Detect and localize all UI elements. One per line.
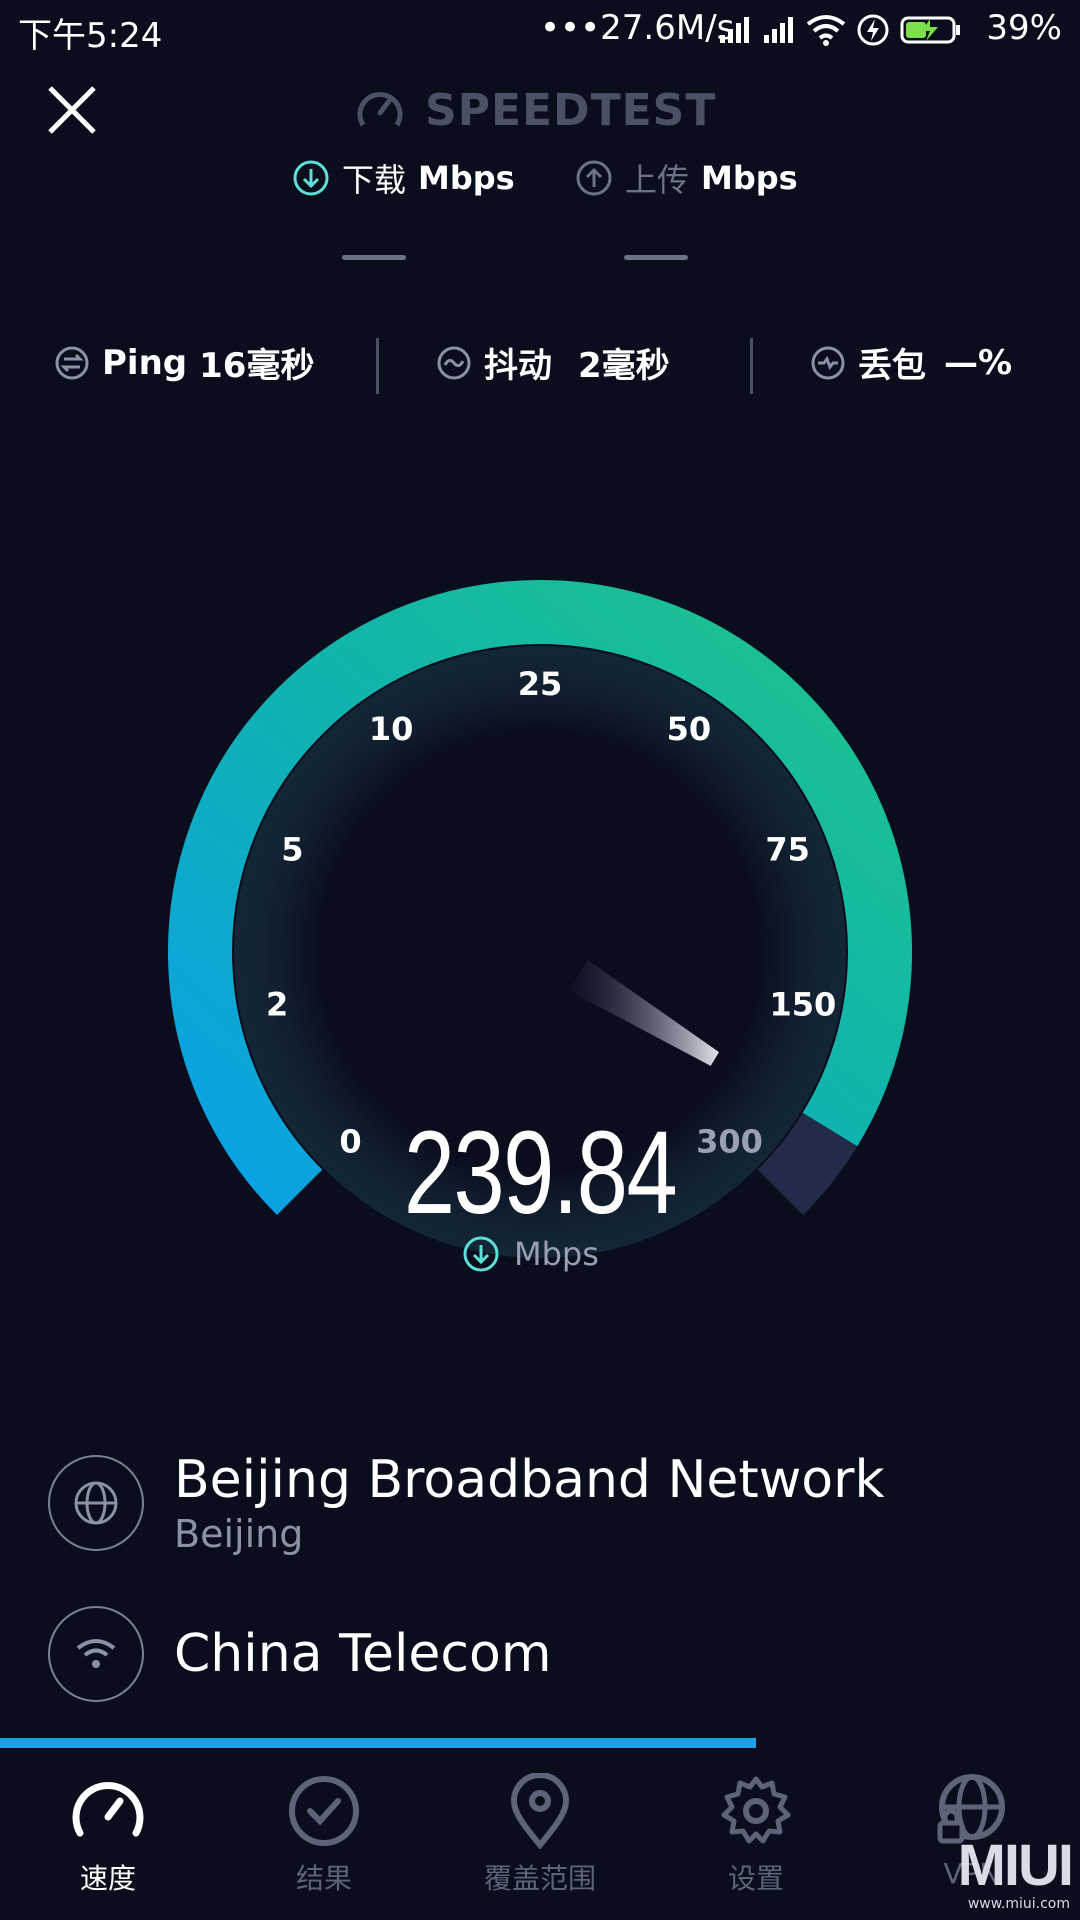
packet-loss-stat: 丢包 —% [810, 338, 1012, 387]
carrier-name: China Telecom [174, 1624, 552, 1684]
download-arrow-icon [463, 1236, 499, 1272]
download-arrow-icon [293, 160, 329, 196]
charging-bolt-icon [857, 14, 889, 46]
signal-icon-2 [764, 17, 793, 43]
check-circle-icon [289, 1776, 359, 1846]
status-battery: 39% [986, 8, 1062, 48]
download-header: 下载 Mbps [292, 155, 515, 201]
current-speed-unit: Mbps [462, 1235, 599, 1273]
status-time: 下午5:24 [18, 16, 163, 56]
jitter-label: 抖动 [484, 346, 552, 386]
packet-loss-label: 丢包 [858, 346, 926, 386]
jitter-icon [437, 346, 471, 379]
download-label: 下载 [342, 161, 407, 199]
nav-label-settings: 设置 [727, 1862, 784, 1895]
status-icons [718, 10, 962, 50]
upload-arrow-icon [576, 160, 612, 196]
nav-label-results: 结果 [295, 1862, 352, 1895]
download-unit: Mbps [418, 159, 515, 197]
ping-icon [55, 346, 89, 379]
location-pin-icon [510, 1773, 570, 1849]
globe-icon-button [48, 1455, 144, 1551]
gauge-tick-label: 50 [667, 710, 712, 748]
gauge-tick-label: 10 [369, 710, 414, 748]
isp-location: Beijing [174, 1512, 304, 1556]
wifi-icon [806, 15, 846, 46]
packet-loss-icon [811, 346, 845, 379]
brand-header: SPEEDTEST [355, 80, 716, 140]
nav-item-settings[interactable]: 设置 [648, 1755, 864, 1920]
close-button[interactable] [44, 82, 100, 138]
isp-row[interactable]: Beijing Broadband Network Beijing [48, 1450, 885, 1556]
ping-value: 16毫秒 [199, 346, 315, 386]
upload-value-placeholder [624, 255, 688, 260]
jitter-value: 2毫秒 [578, 346, 670, 386]
isp-name: Beijing Broadband Network [174, 1450, 885, 1510]
bottom-nav: 速度 结果 覆盖范围 设置 VPN [0, 1755, 1080, 1920]
status-net-speed: •••27.6M/s [540, 8, 735, 48]
battery-icon [900, 16, 960, 44]
current-speed-value: 239.84 [403, 1107, 678, 1239]
globe-icon [74, 1481, 118, 1525]
miui-watermark: MIUI [957, 1833, 1074, 1898]
speedometer-logo-icon [357, 92, 403, 127]
gear-icon [721, 1776, 791, 1844]
upload-label: 上传 [625, 161, 690, 199]
test-progress-bar [0, 1738, 1080, 1748]
signal-icon [720, 17, 749, 43]
brand-title: SPEEDTEST [425, 84, 717, 136]
download-value-placeholder [342, 255, 406, 260]
gauge-tick-label: 25 [518, 665, 563, 703]
speedometer-icon [72, 1782, 144, 1837]
test-progress-fill [0, 1738, 756, 1748]
gauge-tick-label: 75 [765, 830, 810, 868]
wifi-icon [76, 1639, 116, 1668]
current-speed-unit-label: Mbps [514, 1235, 599, 1273]
gauge-tick-label: 5 [281, 830, 303, 868]
wifi-icon-button [48, 1606, 144, 1702]
nav-label-speed: 速度 [79, 1862, 136, 1895]
nav-item-results[interactable]: 结果 [216, 1755, 432, 1920]
nav-label-coverage: 覆盖范围 [483, 1862, 596, 1895]
ping-stat: Ping 16毫秒 [54, 338, 314, 387]
close-icon [48, 86, 96, 134]
stats-divider [750, 338, 753, 394]
carrier-row[interactable]: China Telecom [48, 1606, 551, 1702]
upload-unit: Mbps [701, 159, 798, 197]
gauge-tick-label: 150 [769, 985, 836, 1023]
gauge-tick-label: 2 [266, 985, 288, 1023]
nav-item-coverage[interactable]: 覆盖范围 [432, 1755, 648, 1920]
nav-item-speed[interactable]: 速度 [0, 1755, 216, 1920]
miui-watermark-url: www.miui.com [967, 1896, 1070, 1912]
stats-divider [376, 338, 379, 394]
packet-loss-value: —% [944, 342, 1013, 383]
jitter-stat: 抖动 2毫秒 [436, 338, 670, 387]
isp-text: Beijing Broadband Network Beijing [174, 1450, 885, 1556]
ping-label: Ping [102, 342, 188, 383]
upload-header: 上传 Mbps [575, 155, 798, 201]
